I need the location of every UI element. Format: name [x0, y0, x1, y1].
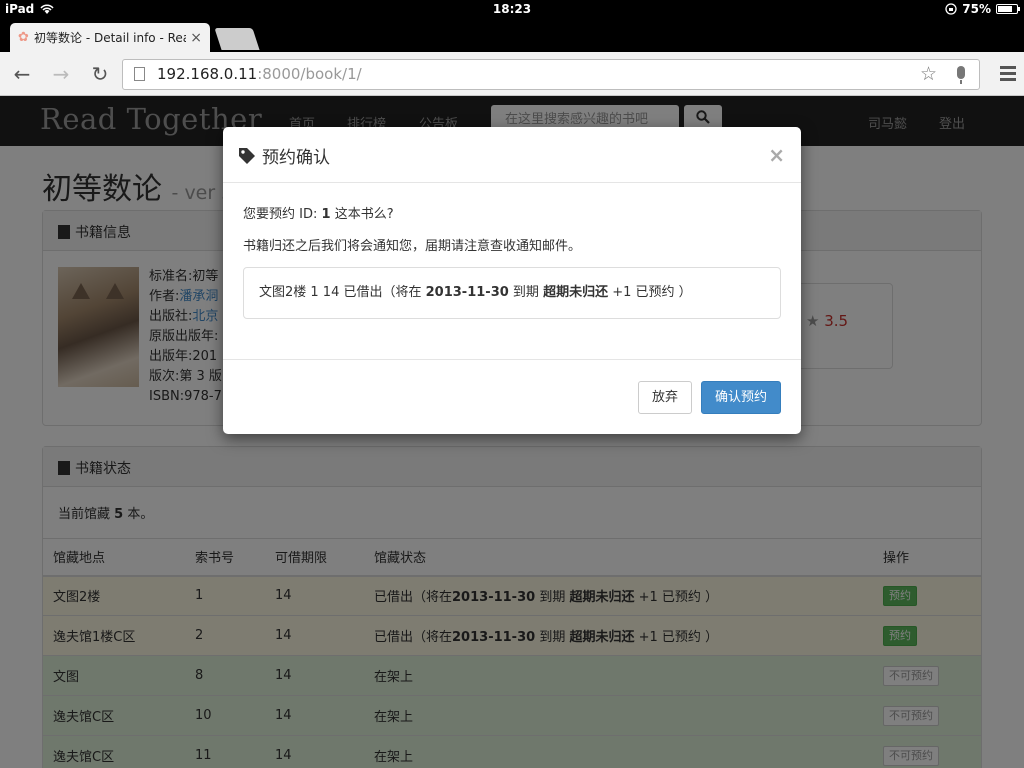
bookmark-star-icon[interactable]: ☆: [920, 60, 937, 89]
reservation-modal: 预约确认 × 您要预约 ID: 1 这本书么? 书籍归还之后我们将会通知您，届期…: [223, 127, 801, 434]
browser-tab-active[interactable]: ✿ 初等数论 - Detail info - Rea ×: [10, 23, 210, 52]
question-prefix: 您要预约 ID:: [243, 207, 318, 222]
detail-due: 2013-11-30: [425, 285, 509, 300]
question-id: 1: [321, 207, 331, 222]
battery-icon: [996, 4, 1020, 14]
cancel-button[interactable]: 放弃: [637, 381, 692, 414]
browser-tab-strip: ✿ 初等数论 - Detail info - Rea ×: [0, 20, 1024, 52]
modal-header: 预约确认 ×: [223, 127, 801, 183]
close-tab-icon[interactable]: ×: [190, 30, 202, 46]
new-tab-button[interactable]: [214, 28, 260, 50]
modal-question: 您要预约 ID: 1 这本书么?: [243, 203, 781, 222]
address-bar[interactable]: 192.168.0.11:8000/book/1/ ☆: [122, 59, 980, 90]
modal-footer: 放弃 确认预约: [637, 381, 781, 414]
detail-mid: 到期: [512, 285, 539, 300]
microphone-icon[interactable]: [957, 66, 965, 84]
confirm-reservation-button[interactable]: 确认预约: [700, 381, 781, 414]
detail-suffix: +1 已预约 ）: [612, 285, 692, 300]
page-icon: [134, 67, 145, 81]
modal-body: 您要预约 ID: 1 这本书么? 书籍归还之后我们将会通知您，届期请注意查收通知…: [223, 183, 801, 360]
forward-arrow-icon[interactable]: →: [48, 62, 74, 86]
tab-title: 初等数论 - Detail info - Rea: [34, 31, 187, 45]
ios-status-bar: iPad 18:23 75%: [0, 0, 1024, 20]
modal-title-text: 预约确认: [262, 148, 330, 168]
close-icon[interactable]: ×: [768, 143, 785, 167]
menu-icon[interactable]: [1000, 66, 1016, 84]
detail-overdue: 超期未归还: [543, 285, 609, 300]
detail-prefix: 文图2楼 1 14 已借出（将在: [259, 285, 422, 300]
browser-toolbar: ← → ↻ 192.168.0.11:8000/book/1/ ☆: [0, 52, 1024, 96]
modal-detail: 文图2楼 1 14 已借出（将在 2013-11-30 到期 超期未归还 +1 …: [243, 267, 781, 319]
battery-percent: 75%: [962, 2, 991, 16]
url-host: 192.168.0.11: [157, 65, 258, 83]
url-path: :8000/book/1/: [257, 65, 362, 83]
reload-icon[interactable]: ↻: [87, 62, 113, 86]
question-suffix: 这本书么?: [334, 207, 394, 222]
modal-title: 预约确认: [238, 143, 786, 168]
clock: 18:23: [492, 2, 532, 16]
tag-icon: [239, 147, 255, 164]
modal-notice: 书籍归还之后我们将会通知您，届期请注意查收通知邮件。: [243, 239, 582, 254]
back-arrow-icon[interactable]: ←: [9, 62, 35, 86]
rabbit-favicon-icon: ✿: [18, 30, 29, 45]
orientation-lock-icon: [945, 3, 957, 15]
